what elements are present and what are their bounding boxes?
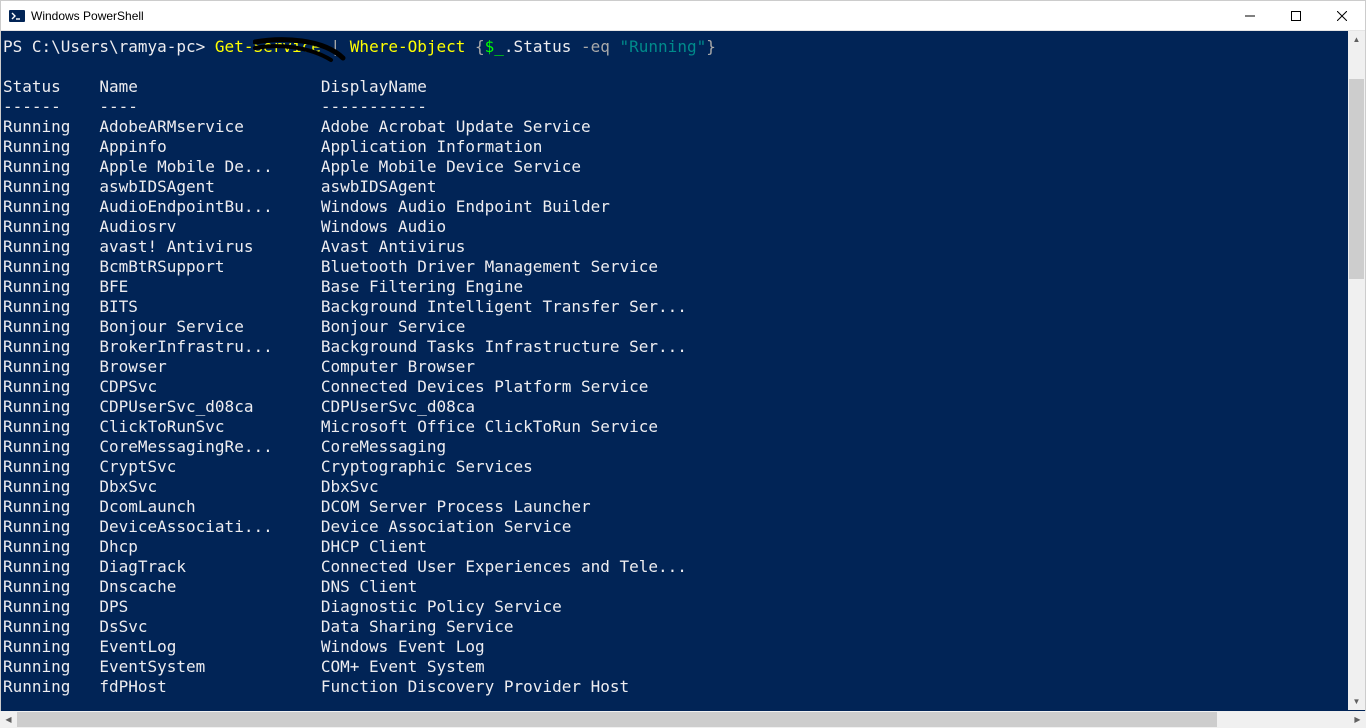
table-row: Running DbxSvc DbxSvc (3, 477, 1348, 497)
table-header: Status Name DisplayName (3, 77, 1348, 97)
blank-line (3, 57, 1348, 77)
scroll-up-arrow[interactable]: ▲ (1348, 31, 1365, 48)
brace: } (706, 37, 716, 56)
string: "Running" (620, 37, 707, 56)
table-row: Running CryptSvc Cryptographic Services (3, 457, 1348, 477)
close-button[interactable] (1319, 1, 1365, 30)
scroll-left-arrow[interactable]: ◀ (0, 711, 17, 728)
table-row: Running DPS Diagnostic Policy Service (3, 597, 1348, 617)
table-row: Running Audiosrv Windows Audio (3, 217, 1348, 237)
table-row: Running fdPHost Function Discovery Provi… (3, 677, 1348, 697)
table-row: Running DeviceAssociati... Device Associ… (3, 517, 1348, 537)
operator: -eq (581, 37, 620, 56)
table-row: Running CoreMessagingRe... CoreMessaging (3, 437, 1348, 457)
terminal-area[interactable]: PS C:\Users\ramya-pc> Get-Service | Wher… (1, 31, 1365, 727)
table-row: Running AudioEndpointBu... Windows Audio… (3, 197, 1348, 217)
terminal-output[interactable]: PS C:\Users\ramya-pc> Get-Service | Wher… (1, 31, 1348, 727)
table-row: Running EventLog Windows Event Log (3, 637, 1348, 657)
member: .Status (504, 37, 581, 56)
table-row: Running BrokerInfrastru... Background Ta… (3, 337, 1348, 357)
table-row: Running ClickToRunSvc Microsoft Office C… (3, 417, 1348, 437)
window-controls (1227, 1, 1365, 30)
cmdlet: Get-Service (215, 37, 321, 56)
table-row: Running EventSystem COM+ Event System (3, 657, 1348, 677)
window-title: Windows PowerShell (31, 9, 1227, 23)
pipe: | (321, 37, 350, 56)
table-row: Running avast! Antivirus Avast Antivirus (3, 237, 1348, 257)
cmdlet: Where-Object (350, 37, 466, 56)
table-row: Running Bonjour Service Bonjour Service (3, 317, 1348, 337)
command-line: PS C:\Users\ramya-pc> Get-Service | Wher… (3, 37, 1348, 57)
table-row: Running CDPUserSvc_d08ca CDPUserSvc_d08c… (3, 397, 1348, 417)
brace: { (465, 37, 484, 56)
table-row: Running aswbIDSAgent aswbIDSAgent (3, 177, 1348, 197)
table-row: Running Appinfo Application Information (3, 137, 1348, 157)
table-row: Running CDPSvc Connected Devices Platfor… (3, 377, 1348, 397)
horizontal-scrollbar[interactable]: ◀ ▶ (0, 711, 1366, 728)
variable: $_ (485, 37, 504, 56)
minimize-button[interactable] (1227, 1, 1273, 30)
titlebar[interactable]: Windows PowerShell (1, 1, 1365, 31)
table-row: Running Apple Mobile De... Apple Mobile … (3, 157, 1348, 177)
powershell-window: Windows PowerShell PS C:\Users\ramya-pc>… (0, 0, 1366, 728)
maximize-button[interactable] (1273, 1, 1319, 30)
scroll-down-arrow[interactable]: ▼ (1348, 693, 1365, 710)
table-row: Running BITS Background Intelligent Tran… (3, 297, 1348, 317)
table-row: Running Dnscache DNS Client (3, 577, 1348, 597)
vertical-scrollbar[interactable]: ▲ ▼ (1348, 31, 1365, 710)
powershell-icon (9, 8, 25, 24)
prompt: PS C:\Users\ramya-pc> (3, 37, 215, 56)
table-row: Running Dhcp DHCP Client (3, 537, 1348, 557)
table-row: Running Browser Computer Browser (3, 357, 1348, 377)
table-header-underline: ------ ---- ----------- (3, 97, 1348, 117)
scroll-right-arrow[interactable]: ▶ (1349, 711, 1366, 728)
vertical-scroll-thumb[interactable] (1349, 79, 1364, 279)
table-row: Running DsSvc Data Sharing Service (3, 617, 1348, 637)
table-row: Running AdobeARMservice Adobe Acrobat Up… (3, 117, 1348, 137)
table-row: Running BcmBtRSupport Bluetooth Driver M… (3, 257, 1348, 277)
table-row: Running BFE Base Filtering Engine (3, 277, 1348, 297)
horizontal-scroll-thumb[interactable] (17, 712, 1217, 727)
table-row: Running DcomLaunch DCOM Server Process L… (3, 497, 1348, 517)
table-row: Running DiagTrack Connected User Experie… (3, 557, 1348, 577)
